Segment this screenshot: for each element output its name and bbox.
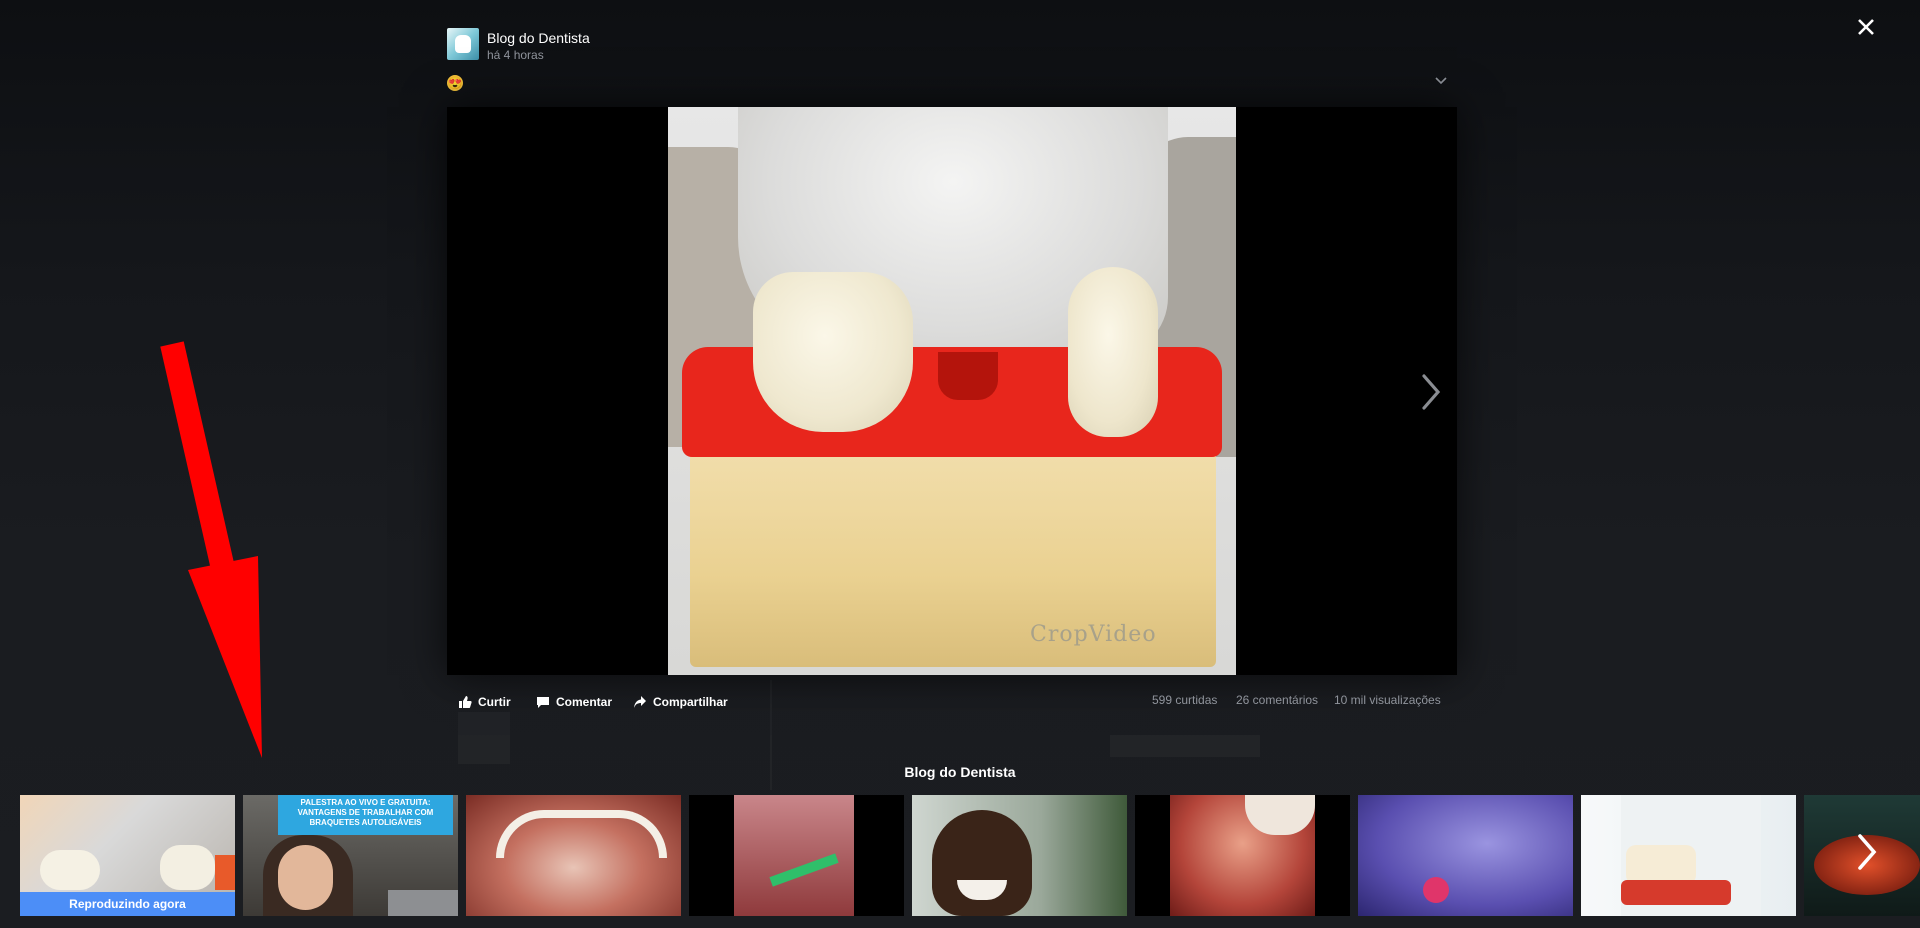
share-button[interactable]: Compartilhar [633, 693, 733, 711]
post-timestamp[interactable]: há 4 horas [487, 48, 544, 62]
playlist-thumb-3[interactable] [466, 795, 681, 916]
playlist-thumb-6[interactable] [1135, 795, 1350, 916]
page-name[interactable]: Blog do Dentista [487, 30, 590, 46]
banner-line-2: VANTAGENS DE TRABALHAR COM [297, 808, 434, 817]
comment-label: Comentar [556, 695, 613, 709]
video-gum-slot [938, 352, 998, 400]
ghost-button [1110, 735, 1260, 757]
chevron-down-icon[interactable] [1432, 72, 1450, 90]
thumbs-up-icon [459, 696, 472, 708]
red-arrow-annotation [160, 341, 262, 758]
comments-count[interactable]: 26 comentários [1236, 693, 1318, 707]
comment-button[interactable]: Comentar [536, 693, 616, 711]
playlist-thumb-2[interactable]: PALESTRA AO VIVO E GRATUITA: VANTAGENS D… [243, 795, 458, 916]
heart-eyes-emoji: 😍 [447, 75, 463, 91]
video-frame[interactable]: CropVideo [668, 107, 1236, 675]
like-button[interactable]: Curtir [458, 693, 518, 711]
banner-line-3: BRAQUETES AUTOLIGÁVEIS [309, 818, 422, 827]
now-playing-badge: Reproduzindo agora [20, 892, 235, 916]
playlist-thumb-5[interactable] [912, 795, 1127, 916]
thumb-banner: PALESTRA AO VIVO E GRATUITA: VANTAGENS D… [278, 795, 453, 835]
views-count: 10 mil visualizações [1334, 693, 1441, 707]
video-watermark: CropVideo [1030, 622, 1157, 647]
page-avatar[interactable] [447, 28, 479, 60]
playlist-thumb-4[interactable] [689, 795, 904, 916]
likes-count[interactable]: 599 curtidas [1152, 693, 1217, 707]
playlist-title: Blog do Dentista [904, 764, 1016, 780]
playlist-next-icon[interactable] [1850, 830, 1884, 874]
video-tooth-right [1068, 267, 1158, 437]
playlist-thumb-8[interactable] [1581, 795, 1796, 916]
share-label: Compartilhar [653, 695, 728, 709]
close-icon[interactable] [1854, 15, 1878, 39]
playlist-thumb-1[interactable]: Reproduzindo agora [20, 795, 235, 916]
share-icon [634, 696, 646, 708]
ghost-comment-avatar [458, 712, 510, 764]
like-label: Curtir [478, 695, 511, 709]
banner-line-1: PALESTRA AO VIVO E GRATUITA: [300, 798, 431, 807]
playlist-thumb-7[interactable] [1358, 795, 1573, 916]
video-tooth-left [753, 272, 913, 432]
chevron-right-icon[interactable] [1414, 370, 1448, 414]
comment-icon [537, 697, 549, 708]
